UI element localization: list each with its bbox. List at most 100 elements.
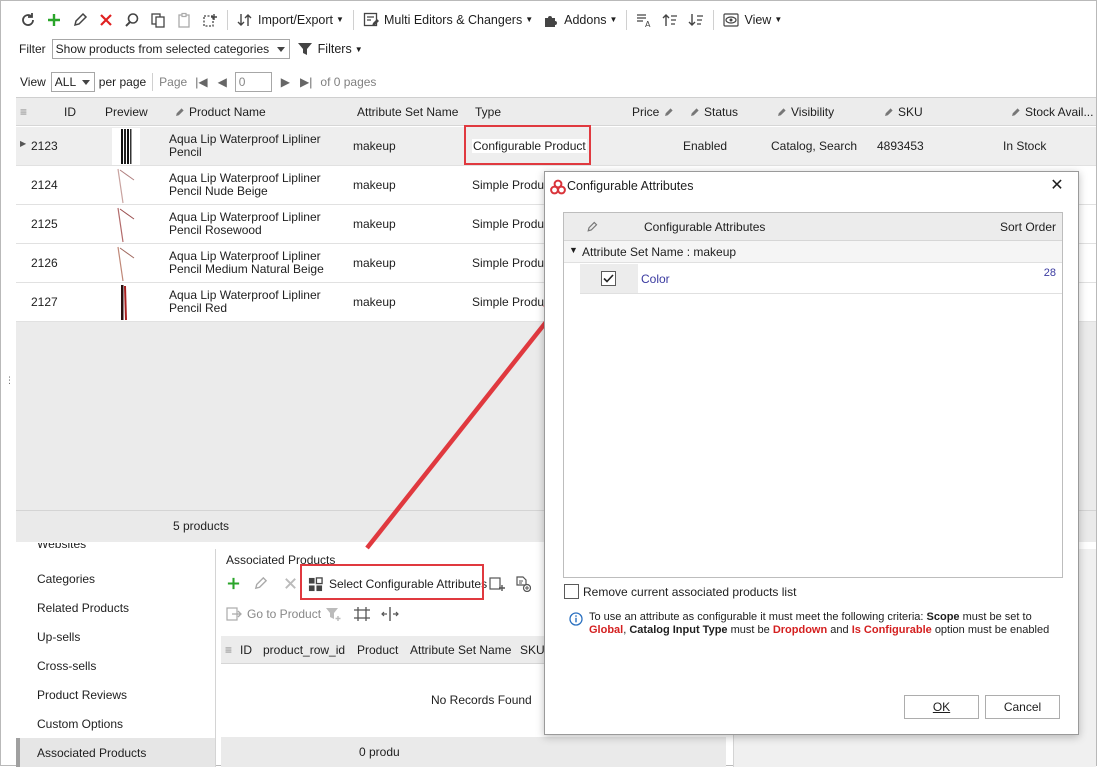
color-attribute-checkbox[interactable] [601, 271, 616, 286]
filter-associated-button[interactable] [325, 606, 341, 625]
assoc-header-id[interactable]: ID [240, 643, 252, 657]
vertical-splitter-handle[interactable]: ⋮ [5, 376, 14, 385]
info-dropdown: Dropdown [772, 624, 828, 636]
add-row-button[interactable] [489, 576, 505, 595]
assoc-header-row-id[interactable]: product_row_id [263, 643, 345, 657]
filters-menu[interactable]: Filters ▼ [292, 37, 368, 61]
search-icon [125, 12, 139, 27]
import-export-menu[interactable]: Import/Export ▼ [232, 8, 349, 32]
per-page-value: ALL [54, 75, 77, 89]
assoc-header-product[interactable]: Product [357, 643, 398, 657]
resize-columns-button[interactable] [381, 606, 399, 625]
info-enabled: enabled [1010, 624, 1050, 636]
info-to: to [1022, 611, 1032, 623]
toolbar-separator [713, 9, 715, 30]
attribute-row[interactable]: Color 28 [580, 264, 1062, 294]
edit-button[interactable] [67, 8, 93, 32]
pencil-icon [778, 107, 786, 116]
nav-associated-products[interactable]: Associated Products [37, 746, 146, 760]
sort-up-button[interactable] [657, 8, 683, 32]
nav-cross-sells[interactable]: Cross-sells [37, 659, 96, 673]
add-associated-button[interactable] [226, 576, 241, 594]
text-format-icon: A [637, 13, 651, 28]
cell-product-name: Aqua Lip Waterproof Lipliner Pencil Medi… [169, 250, 324, 276]
page-number-input[interactable]: 0 [234, 72, 272, 92]
pencil-icon [176, 107, 184, 116]
multi-editors-menu[interactable]: Multi Editors & Changers ▼ [358, 8, 538, 32]
remove-associated-checkbox[interactable] [564, 584, 579, 599]
product-name-line1: Aqua Lip Waterproof Lipliner [169, 210, 321, 224]
nav-related-products[interactable]: Related Products [37, 601, 129, 615]
per-page-select[interactable]: ALL [50, 72, 95, 92]
header-product-name[interactable]: Product Name [174, 105, 266, 119]
close-icon[interactable]: ✕ [1048, 177, 1066, 195]
cell-id: 2123 [31, 139, 58, 153]
nav-custom-options[interactable]: Custom Options [37, 717, 123, 731]
info-option: option must be [934, 624, 1007, 636]
import-export-icon [237, 13, 252, 26]
fit-columns-button[interactable] [353, 606, 371, 625]
sort-down-button[interactable] [683, 8, 709, 32]
header-sku[interactable]: SKU [883, 105, 923, 119]
nav-categories[interactable]: Categories [37, 572, 95, 586]
nav-up-sells[interactable]: Up-sells [37, 630, 80, 644]
dialog-title: Configurable Attributes [567, 179, 694, 193]
last-page-button[interactable]: ▶| [300, 75, 312, 89]
remove-associated-button[interactable] [283, 576, 298, 594]
product-sections-nav: Websites Categories Related Products Up-… [16, 543, 216, 767]
paste-button[interactable] [171, 8, 197, 32]
header-preview[interactable]: Preview [105, 105, 148, 119]
column-chooser-icon[interactable]: ≡ [225, 643, 232, 657]
collapse-chevron-icon[interactable]: ▼ [569, 245, 578, 255]
nav-product-reviews[interactable]: Product Reviews [37, 688, 127, 702]
header-price[interactable]: Price [632, 105, 678, 119]
text-format-button[interactable]: A [631, 8, 657, 32]
filter-row: Filter Show products from selected categ… [19, 38, 368, 60]
search-button[interactable] [119, 8, 145, 32]
refresh-button[interactable] [15, 8, 41, 32]
copy-button[interactable] [145, 8, 171, 32]
duplicate-button[interactable] [197, 8, 223, 32]
header-stock-label: Stock Avail... [1025, 105, 1094, 119]
ok-button[interactable]: OK [904, 695, 979, 719]
attribute-set-group-row[interactable]: ▼ Attribute Set Name : makeup [564, 241, 1062, 263]
cell-attribute-set: makeup [353, 295, 396, 309]
header-stock[interactable]: Stock Avail... [1010, 105, 1093, 119]
edit-associated-button[interactable] [253, 576, 268, 594]
associated-grid-footer: 0 produ [221, 737, 726, 767]
lipliner-thumbnail [117, 207, 135, 243]
header-status[interactable]: Status [689, 105, 738, 119]
pencil-icon [587, 221, 598, 232]
column-chooser-icon[interactable]: ≡ [20, 105, 27, 119]
attribute-sort-order[interactable]: 28 [1044, 267, 1056, 279]
prev-page-button[interactable]: ◀ [218, 75, 227, 89]
assoc-header-attribute-set[interactable]: Attribute Set Name [410, 643, 511, 657]
category-filter-select[interactable]: Show products from selected categories [51, 39, 290, 59]
product-name-line1: Aqua Lip Waterproof Lipliner [169, 171, 321, 185]
cancel-button[interactable]: Cancel [985, 695, 1060, 719]
add-document-button[interactable] [515, 576, 532, 595]
addons-menu[interactable]: Addons ▼ [538, 8, 622, 32]
header-attribute-set[interactable]: Attribute Set Name [357, 105, 458, 119]
view-menu[interactable]: View ▼ [718, 8, 787, 32]
delete-button[interactable] [93, 8, 119, 32]
product-name-line2: Pencil Red [169, 301, 228, 315]
add-row-icon [489, 577, 505, 591]
cancel-label: Cancel [1003, 700, 1042, 714]
header-sort-order[interactable]: Sort Order [1000, 220, 1056, 234]
view-label: View [744, 12, 772, 27]
header-configurable-attributes[interactable]: Configurable Attributes [644, 220, 765, 234]
go-to-product-button[interactable]: Go to Product [226, 606, 321, 622]
no-records-message: No Records Found [431, 693, 532, 707]
header-visibility[interactable]: Visibility [776, 105, 834, 119]
first-page-button[interactable]: |◀ [195, 75, 207, 89]
attribute-name: Color [641, 272, 670, 286]
plus-icon [227, 577, 240, 590]
header-id[interactable]: ID [64, 105, 76, 119]
header-type[interactable]: Type [475, 105, 501, 119]
next-page-button[interactable]: ▶ [281, 75, 290, 89]
add-button[interactable] [41, 8, 67, 32]
assoc-header-sku[interactable]: SKU [520, 643, 545, 657]
caret-down-icon: ▼ [609, 15, 618, 24]
caret-down-icon: ▼ [774, 15, 783, 24]
